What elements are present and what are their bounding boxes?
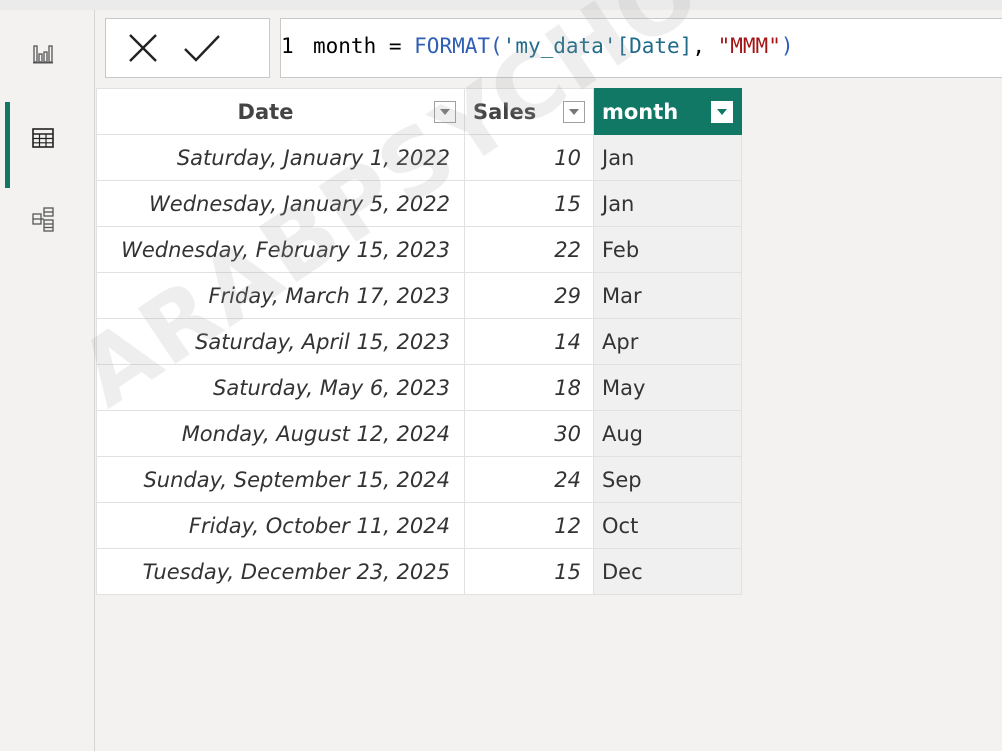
cell-date[interactable]: Friday, October 11, 2024: [96, 502, 465, 549]
formula-commit-controls: [105, 18, 270, 78]
column-header-month[interactable]: month: [593, 88, 742, 135]
table-row: Saturday, January 1, 2022 10 Jan: [96, 134, 742, 181]
cell-date[interactable]: Saturday, April 15, 2023: [96, 318, 465, 365]
column-header-sales[interactable]: Sales: [464, 88, 594, 135]
table-row: Friday, March 17, 2023 29 Mar: [96, 272, 742, 319]
chevron-down-icon: [440, 108, 450, 115]
cell-month[interactable]: Oct: [593, 502, 742, 549]
table-row: Wednesday, January 5, 2022 15 Jan: [96, 180, 742, 227]
cell-sales[interactable]: 10: [464, 134, 594, 181]
cell-month[interactable]: Apr: [593, 318, 742, 365]
cell-month[interactable]: Dec: [593, 548, 742, 595]
cell-date[interactable]: Wednesday, January 5, 2022: [96, 180, 465, 227]
cell-sales[interactable]: 22: [464, 226, 594, 273]
cell-sales[interactable]: 24: [464, 456, 594, 503]
formula-column-name: month: [313, 34, 377, 58]
filter-sales-button[interactable]: [563, 100, 585, 123]
cell-sales[interactable]: 18: [464, 364, 594, 411]
table-view-button[interactable]: [0, 102, 95, 188]
cell-month[interactable]: Aug: [593, 410, 742, 457]
view-sidebar: [0, 10, 95, 751]
filter-date-button[interactable]: [434, 100, 456, 123]
bar-chart-icon: [33, 45, 53, 64]
table-row: Saturday, May 6, 2023 18 May: [96, 364, 742, 411]
cell-month[interactable]: Sep: [593, 456, 742, 503]
cell-month[interactable]: Feb: [593, 226, 742, 273]
formula-function: FORMAT(: [414, 34, 503, 58]
cell-sales[interactable]: 15: [464, 180, 594, 227]
report-view-button[interactable]: [0, 30, 95, 78]
formula-line-number: 1: [281, 34, 294, 58]
cell-sales[interactable]: 14: [464, 318, 594, 365]
formula-bar[interactable]: 1 month = FORMAT('my_data'[Date], "MMM"): [280, 18, 1002, 78]
cell-date[interactable]: Tuesday, December 23, 2025: [96, 548, 465, 595]
checkmark-icon: [184, 35, 220, 62]
cell-month[interactable]: Jan: [593, 180, 742, 227]
model-view-button[interactable]: [0, 196, 95, 244]
filter-month-button[interactable]: [711, 100, 733, 123]
column-header-date[interactable]: Date: [96, 88, 465, 135]
cell-date[interactable]: Wednesday, February 15, 2023: [96, 226, 465, 273]
cell-sales[interactable]: 12: [464, 502, 594, 549]
column-header-label: month: [602, 99, 679, 124]
column-header-label: Sales: [473, 99, 537, 124]
table-header-row: Date Sales month: [96, 88, 742, 135]
formula-table-ref: 'my_data': [502, 34, 617, 58]
model-diagram-icon: [32, 207, 54, 232]
cell-date[interactable]: Saturday, January 1, 2022: [96, 134, 465, 181]
formula-separator: ,: [692, 34, 718, 58]
cancel-formula-button[interactable]: [126, 31, 160, 65]
cell-date[interactable]: Saturday, May 6, 2023: [96, 364, 465, 411]
formula-format-string: "MMM": [717, 34, 781, 58]
close-icon: [129, 34, 157, 62]
chevron-down-icon: [569, 108, 579, 115]
formula-operator: =: [376, 34, 415, 58]
cell-month[interactable]: May: [593, 364, 742, 411]
top-strip: [0, 0, 1002, 10]
cell-sales[interactable]: 29: [464, 272, 594, 319]
column-header-label: Date: [237, 99, 294, 124]
table-row: Tuesday, December 23, 2025 15 Dec: [96, 548, 742, 595]
cell-month[interactable]: Jan: [593, 134, 742, 181]
table-view-canvas: 1 month = FORMAT('my_data'[Date], "MMM") …: [96, 10, 1002, 751]
cell-sales[interactable]: 15: [464, 548, 594, 595]
cell-date[interactable]: Friday, March 17, 2023: [96, 272, 465, 319]
table-grid-icon: [32, 128, 54, 148]
table-row: Sunday, September 15, 2024 24 Sep: [96, 456, 742, 503]
table-row: Wednesday, February 15, 2023 22 Feb: [96, 226, 742, 273]
cell-sales[interactable]: 30: [464, 410, 594, 457]
formula-column-ref: [Date]: [616, 34, 693, 58]
table-row: Friday, October 11, 2024 12 Oct: [96, 502, 742, 549]
data-table: Date Sales month Saturday, January 1, 20…: [96, 88, 742, 595]
chevron-down-icon: [717, 108, 727, 115]
table-row: Monday, August 12, 2024 30 Aug: [96, 410, 742, 457]
cell-date[interactable]: Monday, August 12, 2024: [96, 410, 465, 457]
cell-month[interactable]: Mar: [593, 272, 742, 319]
cell-date[interactable]: Sunday, September 15, 2024: [96, 456, 465, 503]
table-row: Saturday, April 15, 2023 14 Apr: [96, 318, 742, 365]
formula-close: ): [780, 34, 794, 58]
commit-formula-button[interactable]: [182, 31, 222, 65]
